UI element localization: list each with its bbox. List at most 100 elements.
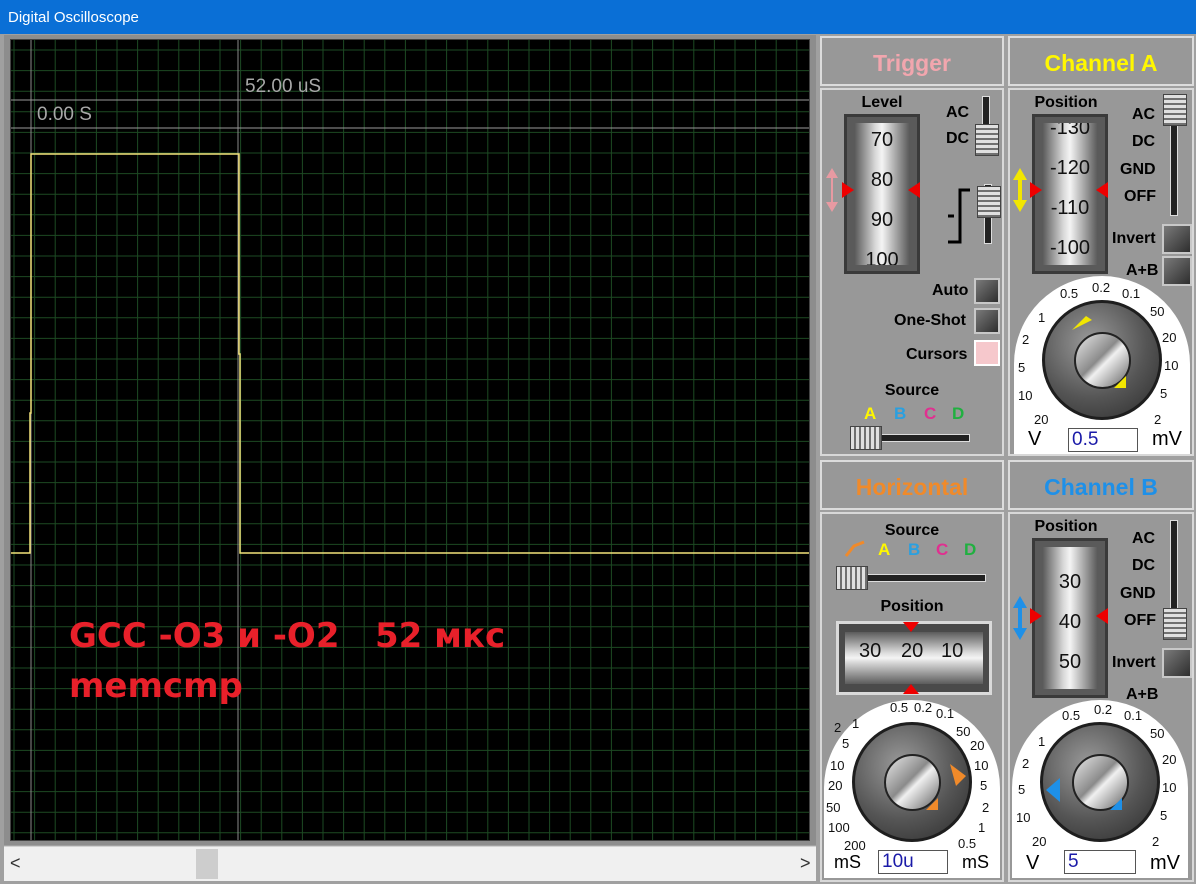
cursor-left-label: 0.00 S <box>37 104 92 125</box>
cursors-label: Cursors <box>906 346 968 363</box>
dial-tick: 20 <box>828 778 843 793</box>
channel-b-aplusb-label: A+B <box>1126 686 1159 703</box>
trigger-level-arrow-icon <box>826 168 838 212</box>
dial-tick: 2 <box>1022 756 1030 771</box>
channel-b-ac-label: AC <box>1132 530 1156 547</box>
dial-tick: 0.5 <box>1062 708 1081 723</box>
channel-a-panel: Position -130 -120 -110 -100 AC DC GND O… <box>1008 88 1194 456</box>
channel-a-coupling-switch[interactable] <box>1163 94 1187 126</box>
dial-tick: 1 <box>978 820 986 835</box>
knob-pointer-icon <box>1072 316 1092 330</box>
overlay-caption-line2: memcmp <box>69 666 243 706</box>
hpos-value: 20 <box>901 640 924 662</box>
horizontal-position-label: Position <box>880 598 944 615</box>
level-value: 100 <box>865 249 899 265</box>
position-value: -120 <box>1049 157 1091 179</box>
horizontal-source-label: Source <box>884 522 940 539</box>
trigger-dc-label: DC <box>946 130 970 147</box>
channel-a-dc-label: DC <box>1132 133 1156 150</box>
channel-a-title: Channel A <box>1008 36 1194 86</box>
channel-a-unit-right: mV <box>1152 428 1182 450</box>
horizontal-unit-right: mS <box>962 852 989 872</box>
overlay-caption-line1: GCC -O3 и -O2 52 мкс <box>69 616 506 656</box>
source-letter-a: A <box>878 540 891 559</box>
source-letter-b: B <box>894 404 907 423</box>
dial-tick: 200 <box>844 838 866 853</box>
dial-tick: 5 <box>1160 386 1168 401</box>
channel-a-volts-knob[interactable] <box>1042 300 1162 420</box>
position-value: 30 <box>1058 571 1082 593</box>
dial-tick: 100 <box>828 820 850 835</box>
cursors-button[interactable] <box>974 340 1000 366</box>
trigger-title-text: Trigger <box>873 50 951 76</box>
dial-tick: 2 <box>1152 834 1160 849</box>
trigger-coupling-switch[interactable] <box>975 124 999 156</box>
dial-tick: 50 <box>1150 304 1165 319</box>
source-letter-d: D <box>964 540 977 559</box>
horizontal-scrollbar[interactable]: < > <box>4 846 816 881</box>
horizontal-source-slider[interactable] <box>836 566 868 590</box>
dial-tick: 1 <box>852 716 860 731</box>
source-letter-c: C <box>924 404 937 423</box>
dial-tick: 1 <box>1038 310 1046 325</box>
dial-tick: 5 <box>1018 360 1026 375</box>
dial-tick: 10 <box>1016 810 1031 825</box>
channel-a-ac-label: AC <box>1132 106 1156 123</box>
channel-a-value-field[interactable]: 0.5 <box>1068 428 1138 452</box>
channel-b-coupling-switch[interactable] <box>1163 608 1187 640</box>
source-letter-c: C <box>936 540 949 559</box>
horizontal-position-drum[interactable]: 30 20 10 <box>836 621 992 695</box>
channel-a-gnd-label: GND <box>1120 161 1156 178</box>
scope-screen[interactable]: 0.00 S 52.00 uS GCC -O3 и -O2 52 мкс mem… <box>10 39 810 841</box>
dial-tick: 10 <box>1018 388 1033 403</box>
dial-tick: 2 <box>834 720 842 735</box>
auto-button[interactable] <box>974 278 1000 304</box>
dial-tick: 10 <box>830 758 845 773</box>
dial-tick: 10 <box>1162 780 1177 795</box>
channel-b-title: Channel B <box>1008 460 1194 510</box>
horizontal-title: Horizontal <box>820 460 1004 510</box>
scroll-right-arrow[interactable]: > <box>800 853 811 874</box>
position-value: 40 <box>1058 611 1082 633</box>
trigger-source-label: Source <box>884 382 940 399</box>
channel-b-position-label: Position <box>1034 518 1098 535</box>
dial-tick: 0.1 <box>1122 286 1141 301</box>
channel-b-off-label: OFF <box>1124 612 1156 629</box>
channel-b-dc-label: DC <box>1132 557 1156 574</box>
trigger-level-label: Level <box>861 94 903 111</box>
dial-tick: 0.5 <box>958 836 977 851</box>
trigger-title: Trigger <box>820 36 1004 86</box>
dial-tick: 20 <box>1162 330 1177 345</box>
dial-tick: 2 <box>982 800 990 815</box>
horizontal-value-field[interactable]: 10u <box>878 850 948 874</box>
ramp-icon <box>844 540 865 557</box>
marker-down-icon <box>903 622 919 632</box>
scope-display-frame: 0.00 S 52.00 uS GCC -O3 и -O2 52 мкс mem… <box>4 35 816 845</box>
channel-b-invert-button[interactable] <box>1162 648 1192 678</box>
marker-right-icon <box>1096 608 1108 624</box>
dial-tick: 2 <box>1022 332 1030 347</box>
dial-tick: 50 <box>826 800 841 815</box>
dial-tick: 0.5 <box>890 700 909 715</box>
channel-b-title-text: Channel B <box>1044 474 1158 500</box>
channel-a-aplusb-button[interactable] <box>1162 256 1192 286</box>
trigger-source-slider[interactable] <box>850 426 882 450</box>
channel-b-value-field[interactable]: 5 <box>1064 850 1136 874</box>
horizontal-unit-left: mS <box>834 852 861 872</box>
channel-a-invert-button[interactable] <box>1162 224 1192 254</box>
trigger-edge-icon <box>948 188 970 244</box>
cursor-right-label: 52.00 uS <box>245 76 322 97</box>
scroll-thumb[interactable] <box>196 849 218 879</box>
channel-b-gnd-label: GND <box>1120 585 1156 602</box>
dial-tick: 20 <box>1162 752 1177 767</box>
scroll-left-arrow[interactable]: < <box>10 853 21 874</box>
marker-left-icon <box>1030 182 1042 198</box>
channel-a-aplusb-label: A+B <box>1126 262 1159 279</box>
dial-tick: 0.5 <box>1060 286 1079 301</box>
knob-pointer-icon <box>1110 798 1122 810</box>
channel-b-invert-label: Invert <box>1112 654 1156 671</box>
marker-right-icon <box>1096 182 1108 198</box>
oneshot-button[interactable] <box>974 308 1000 334</box>
channel-a-trace <box>11 153 809 554</box>
trigger-edge-switch[interactable] <box>977 186 1001 218</box>
